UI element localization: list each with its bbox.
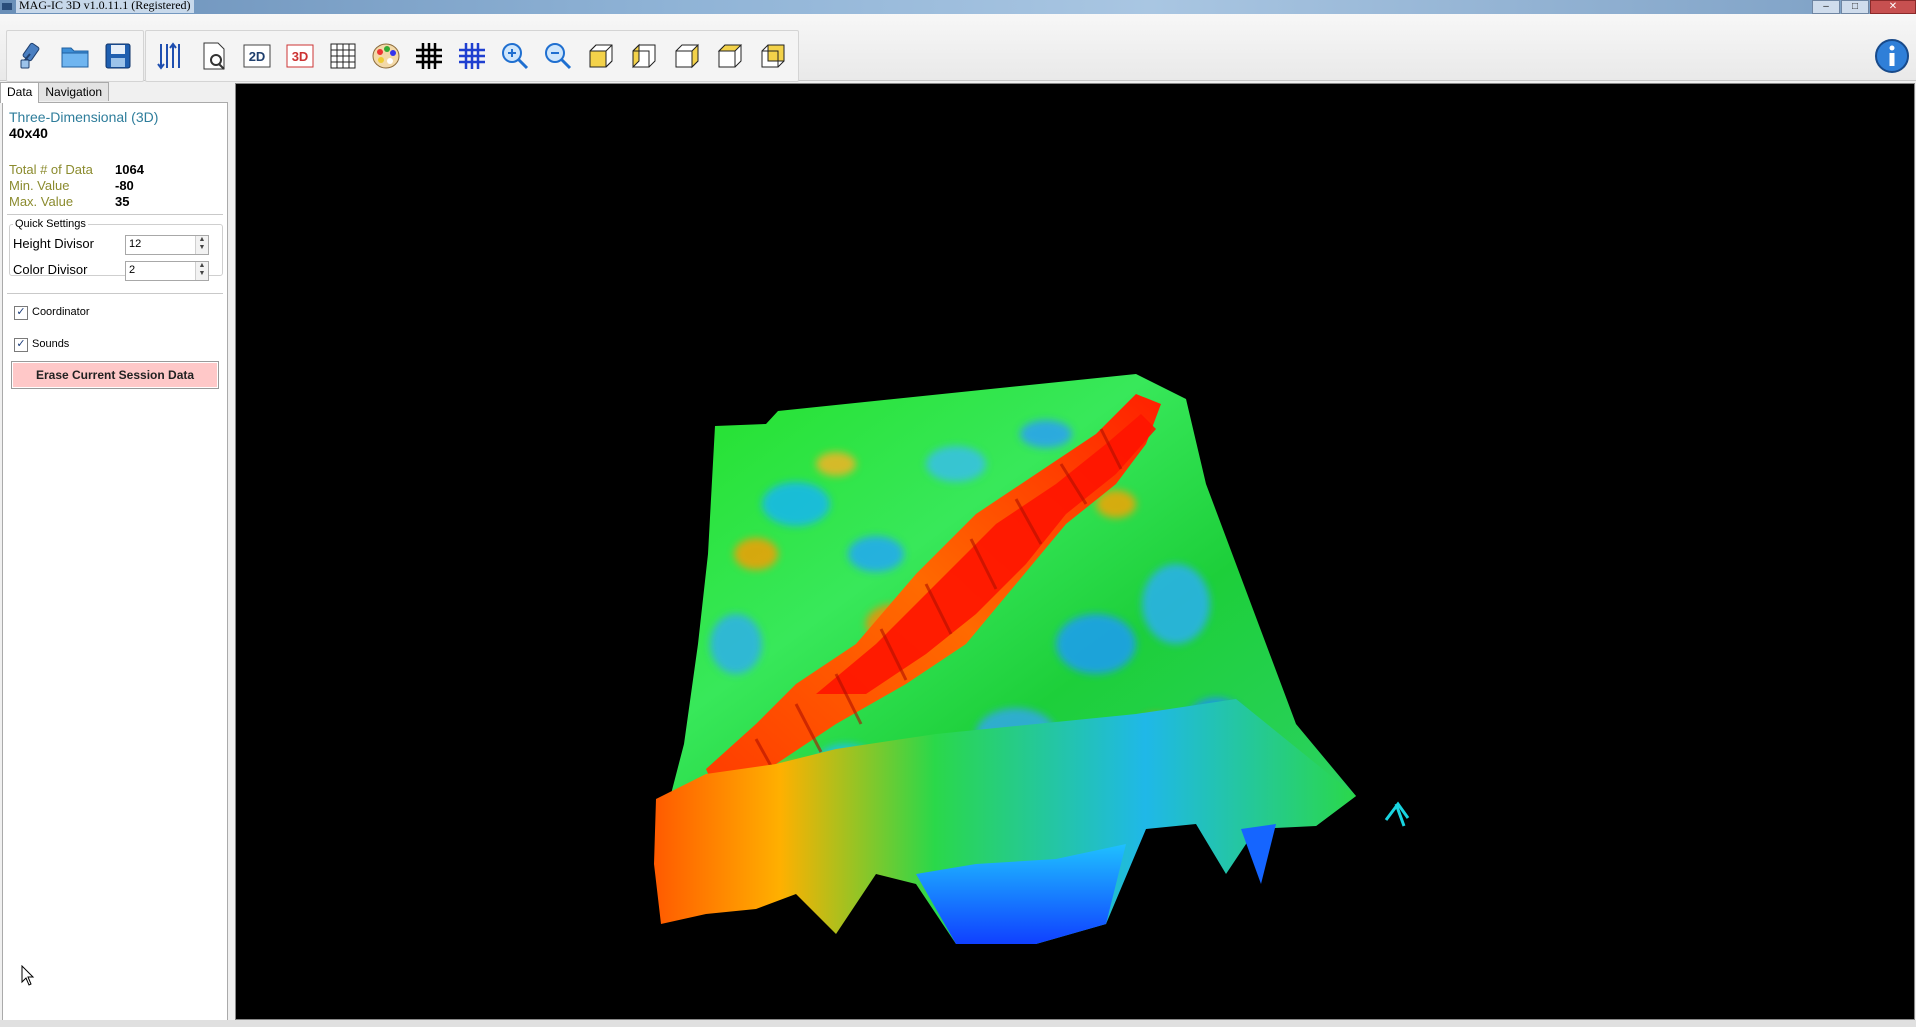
cube-right-icon [675,43,699,69]
tab-navigation[interactable]: Navigation [38,82,110,101]
open-folder-icon [61,47,89,68]
total-data-value: 1064 [115,162,144,177]
cube-right-button[interactable] [668,37,706,75]
cube-left-icon [632,43,656,69]
blue-spike [1241,824,1276,884]
grid-blue-button[interactable] [453,37,491,75]
grid-button[interactable] [324,37,362,75]
close-button[interactable]: ✕ [1870,0,1916,14]
zoom-in-button[interactable] [496,37,534,75]
connect-device-button[interactable] [13,37,51,75]
open-file-button[interactable] [56,37,94,75]
min-value-value: -80 [115,178,134,193]
data-tab-content: Three-Dimensional (3D) 40x40 Total # of … [2,102,228,1025]
sounds-label: Sounds [32,338,70,350]
toolbar-view-group: 2D 3D [145,30,799,82]
maximize-button[interactable]: □ [1841,0,1869,14]
data-columns-button[interactable] [152,37,190,75]
cube-front-button[interactable] [582,37,620,75]
color-divisor-value[interactable]: 2 [129,264,135,276]
view-3d-label: 3D [292,49,309,64]
toolbar: 2D 3D [0,14,1916,82]
grid-bold-icon [416,43,442,69]
panel-tabs: Data Navigation [0,82,110,103]
zoom-out-icon [545,43,572,70]
coordinator-axis-marker [1384,801,1410,827]
spin-arrows-icon[interactable]: ▲ ▼ [195,262,208,280]
title-bar: MAG-IC 3D v1.0.11.1 (Registered) – □ ✕ [0,0,1916,14]
coordinator-label: Coordinator [32,306,90,318]
save-button[interactable] [99,37,137,75]
color-divisor-label: Color Divisor [13,262,88,277]
color-palette-button[interactable] [367,37,405,75]
cube-iso-icon [761,44,785,68]
quick-settings-title: Quick Settings [13,218,88,230]
zoom-out-button[interactable] [539,37,577,75]
preview-button[interactable] [195,37,233,75]
window-title: MAG-IC 3D v1.0.11.1 (Registered) [16,0,194,13]
grid-bold-button[interactable] [410,37,448,75]
max-value-value: 35 [115,194,130,209]
side-panel: Data Navigation Three-Dimensional (3D) 4… [0,82,230,1027]
status-strip [0,1020,1916,1027]
coordinator-checkbox[interactable]: ✓ [14,306,28,320]
divider [7,214,223,215]
view-3d-icon: 3D [286,44,314,68]
cube-iso-button[interactable] [754,37,792,75]
cube-left-button[interactable] [625,37,663,75]
grid-icon [330,43,356,69]
cube-front-icon [589,44,613,68]
3d-surface-render[interactable] [236,84,1914,1019]
toolbar-file-group [6,30,144,82]
min-value-label: Min. Value [9,178,70,193]
view-2d-label: 2D [249,49,266,64]
info-button[interactable] [1874,38,1910,74]
tab-data[interactable]: Data [0,82,40,103]
sounds-checkbox[interactable]: ✓ [14,338,28,352]
max-value-label: Max. Value [9,194,74,209]
zoom-in-icon [502,43,529,70]
spin-arrows-icon[interactable]: ▲ ▼ [195,236,208,254]
height-divisor-stepper[interactable]: 12 ▲ ▼ [125,235,209,255]
height-divisor-value[interactable]: 12 [129,238,141,250]
connect-device-icon [20,42,40,69]
app-icon [2,3,12,10]
cube-top-button[interactable] [711,37,749,75]
save-disk-icon [105,43,131,69]
grid-dimensions: 40x40 [9,125,48,141]
view-3d-button[interactable]: 3D [281,37,319,75]
height-divisor-label: Height Divisor [13,236,94,251]
view-2d-icon: 2D [243,44,271,68]
3d-viewport[interactable] [235,83,1915,1020]
view-2d-button[interactable]: 2D [238,37,276,75]
view-mode-label: Three-Dimensional (3D) [9,109,159,125]
minimize-button[interactable]: – [1812,0,1840,14]
color-palette-icon [372,43,400,69]
window-controls: – □ ✕ [1811,0,1916,14]
mouse-pointer-icon [21,965,35,986]
total-data-label: Total # of Data [9,162,93,177]
cube-top-icon [717,44,743,68]
color-divisor-stepper[interactable]: 2 ▲ ▼ [125,261,209,281]
info-icon [1875,39,1909,73]
grid-blue-icon [459,43,485,69]
erase-session-button[interactable]: Erase Current Session Data [11,361,219,389]
data-columns-icon [157,42,180,70]
divider [7,293,223,294]
preview-document-icon [203,42,225,70]
